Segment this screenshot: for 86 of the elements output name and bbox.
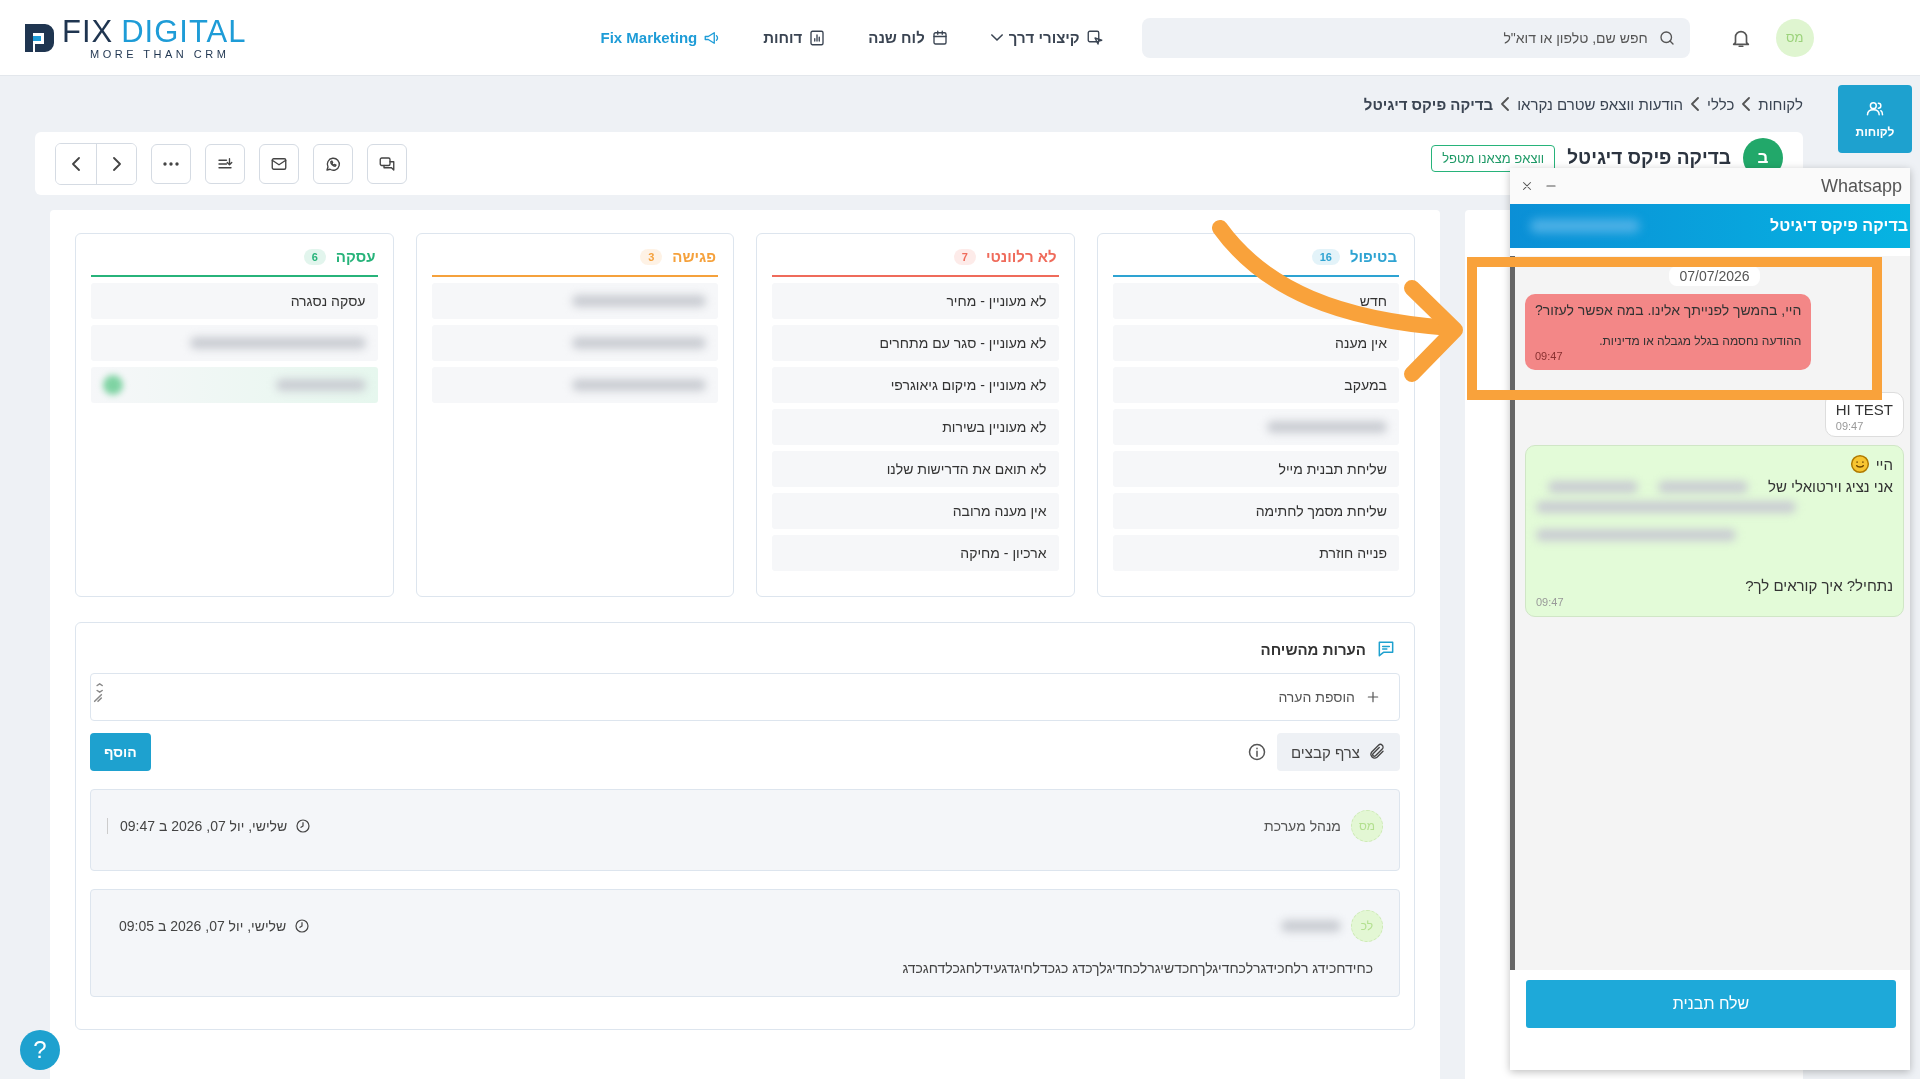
date-chip: 07/07/2026 <box>1669 266 1760 286</box>
chat-bubbles-icon <box>378 154 396 173</box>
more-icon <box>163 161 179 166</box>
record-tag: ווצאפ מצאנו מטפל <box>1431 144 1556 172</box>
chart-icon <box>808 28 827 47</box>
blocked-notice: ההודעה נחסמה בגלל מגבלה או מדיניות. <box>1598 334 1802 348</box>
users-icon <box>1865 99 1885 119</box>
breadcrumb-item[interactable]: כללי <box>1707 95 1735 113</box>
column-title: עסקה <box>335 248 376 265</box>
message-text: היי, בהמשך לפנייתך אלינו. במה אפשר לעזור? <box>1535 302 1802 318</box>
chevron-right-icon <box>112 156 121 171</box>
close-button[interactable] <box>1520 179 1534 193</box>
calendar-icon <box>930 28 949 47</box>
brand-name: FIX <box>62 15 114 47</box>
note-input[interactable]: הוספת הערה <box>109 682 1357 712</box>
stage-item[interactable]: פנייה חוזרת <box>1112 535 1399 571</box>
chat-button[interactable] <box>367 143 407 184</box>
message-time: 09:47 <box>1536 596 1565 608</box>
search-field[interactable]: חפש שם, טלפון או דוא"ל <box>1141 17 1690 58</box>
stage-item[interactable]: עסקה נסגרה <box>91 283 378 319</box>
message-time: 09:47 <box>1535 350 1564 362</box>
column-title: לא רלוונטי <box>985 248 1057 265</box>
count-badge: 6 <box>303 248 326 265</box>
stage-item[interactable]: לא מעוניין בשירות <box>772 409 1059 445</box>
breadcrumb-item[interactable]: לקוחות <box>1758 95 1803 113</box>
more-button[interactable] <box>151 143 191 184</box>
count-badge: 16 <box>1311 248 1340 265</box>
cursor-icon <box>1085 28 1104 47</box>
stage-item[interactable]: שליחת מסמך לחתימה <box>1112 493 1399 529</box>
chevron-down-icon <box>990 34 1003 41</box>
column-title: בטיפול <box>1349 248 1397 265</box>
search-icon <box>1657 28 1676 47</box>
author-avatar: מס <box>1351 810 1383 842</box>
blurred-dot <box>103 375 123 395</box>
smiley-icon <box>1849 454 1870 474</box>
stage-item[interactable]: שליחת תבנית מייל <box>1112 451 1399 487</box>
breadcrumb-item[interactable]: הודעות ווצאפ שטרם נקראו <box>1517 95 1684 113</box>
breadcrumb-item: בדיקה פיקס דיגיטל <box>1363 95 1494 113</box>
stage-item[interactable]: לא מעוניין - מיקום גיאוגרפי <box>772 367 1059 403</box>
message-text: נתחיל? איך קוראים לך? <box>1744 577 1893 594</box>
message-text: HI TEST <box>1835 401 1893 418</box>
note-field[interactable]: הוספת הערה <box>90 673 1400 721</box>
message-text: היי <box>1875 455 1893 473</box>
note-author: מנהל מערכת <box>1264 818 1341 834</box>
message-time: 09:47 <box>1835 420 1865 432</box>
plus-icon <box>1365 689 1381 705</box>
stage-item[interactable]: אין מענה מרובה <box>772 493 1059 529</box>
stage-item[interactable]: לא תואם את הדרישות שלנו <box>772 451 1059 487</box>
close-icon <box>1520 179 1534 193</box>
contact-name: בדיקה פיקס דיגיטל <box>1770 217 1909 235</box>
note-date: שלישי, יול 07, 2026 ב 09:05 <box>119 918 287 934</box>
chevron-left-icon <box>1501 97 1510 111</box>
clock-icon <box>294 918 311 934</box>
attach-button[interactable]: צרף קבצים <box>1276 733 1400 771</box>
nav-link[interactable]: דוחות <box>759 24 831 51</box>
email-button[interactable] <box>259 143 299 184</box>
message-text: אני נציג וירטואלי של <box>1768 478 1893 495</box>
next-button[interactable] <box>96 143 136 184</box>
stage-item[interactable]: אין מענה <box>1112 325 1399 361</box>
note-date: שלישי, יול 07, 2026 ב 09:47 <box>120 818 288 834</box>
brand-name: DIGITAL <box>121 15 247 47</box>
brand-tagline: MORE THAN CRM <box>89 48 231 60</box>
window-title: Whatsapp <box>1820 175 1902 197</box>
note-text: כחידחכידג רלחכידגרלכחדיגלךחכדשיגרלכחדיגלךכדג כגכדלחיגדגעידלחגכלדחגכדג <box>901 960 1374 976</box>
chevron-left-icon <box>1742 97 1751 111</box>
stage-item[interactable]: במעקב <box>1112 367 1399 403</box>
author-avatar: לכ <box>1351 910 1383 942</box>
stage-item[interactable]: לא מעוניין - סגר עם מתחרים <box>772 325 1059 361</box>
info-icon <box>1246 742 1267 762</box>
section-title: הערות מהשיחה <box>1260 640 1366 658</box>
count-badge: 3 <box>640 248 663 265</box>
chevron-left-icon <box>72 156 80 171</box>
search-input[interactable]: חפש שם, טלפון או דוא"ל <box>1155 22 1650 53</box>
nav-link[interactable]: לוח שנה <box>864 24 953 51</box>
list-button[interactable] <box>205 143 245 184</box>
stage-item[interactable]: לא מעוניין - מחיר <box>772 283 1059 319</box>
stage-item[interactable]: ארכיון - מחיקה <box>772 535 1059 571</box>
clock-icon <box>295 818 312 834</box>
nav-link[interactable]: קיצורי דרך <box>986 24 1108 51</box>
whatsapp-button[interactable] <box>313 143 353 184</box>
record-name: בדיקה פיקס דיגיטל <box>1567 147 1731 169</box>
chevron-left-icon <box>1691 97 1700 111</box>
paperclip-icon <box>1368 743 1386 761</box>
column-title: פגישה <box>672 248 716 265</box>
comment-icon <box>1376 639 1396 659</box>
count-badge: 7 <box>953 248 976 265</box>
